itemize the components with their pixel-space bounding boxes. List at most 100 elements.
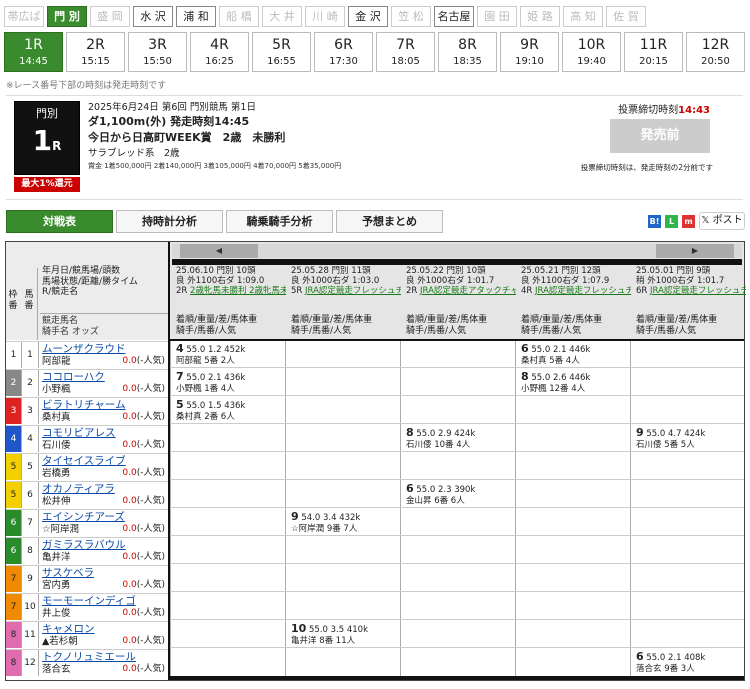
- past-result[interactable]: 8 55.0 2.6 446k 小野楓 12番 4人: [521, 371, 590, 395]
- subheader-result: 着順/重量/差/馬体重: [291, 315, 373, 325]
- grid-row-line: [170, 395, 744, 396]
- race-tab-4r[interactable]: 4R 16:25: [190, 32, 249, 72]
- venue-tab[interactable]: 浦 和: [176, 6, 216, 27]
- subheader-jockey: 騎手/馬番/人気: [291, 326, 352, 336]
- past-race-track: 良 外1000右ダ 1:01.7: [406, 276, 495, 286]
- venue-tab[interactable]: 名古屋: [434, 6, 474, 27]
- tab-2[interactable]: 騎乗騎手分析: [226, 210, 333, 233]
- grid-row-line: [170, 507, 744, 508]
- race-tab-7r[interactable]: 7R 18:05: [376, 32, 435, 72]
- jockey-number-popularity: ☆阿岸潤 9番 7人: [291, 524, 358, 534]
- horse-row: 1 1 ムーンザクラウド 阿部龍 0.0(-人気): [6, 341, 168, 368]
- odds: 0.0(-人気): [122, 551, 165, 564]
- finish-position: 6: [636, 650, 644, 663]
- grid-row-line: [170, 423, 744, 424]
- scroll-left-button[interactable]: ◀: [180, 244, 258, 258]
- finish-position: 8: [521, 370, 529, 383]
- hatena-bookmark-icon[interactable]: B!: [648, 214, 661, 228]
- race-tab-2r[interactable]: 2R 15:15: [66, 32, 125, 72]
- odds-value: 0.0: [122, 524, 137, 534]
- venue-tab: 笠 松: [391, 6, 431, 27]
- content-tabs: 対戦表 持時計分析 騎乗騎手分析 予想まとめ: [6, 210, 443, 233]
- past-race-date: 25.05.01 門別 9頭: [636, 266, 711, 276]
- race-info: 2025年6月24日 第6回 門別競馬 第1日 ダ1,100m(外) 発走時刻14…: [88, 101, 538, 172]
- past-race-name-link[interactable]: JRA認定競走フレッシュチャレンジ: [650, 286, 746, 296]
- race-tab-1r[interactable]: 1R 14:45: [4, 32, 63, 72]
- past-race-header[interactable]: 25.05.01 門別 9頭稍 外1000右ダ 1:01.7 6R JRA認定競走…: [636, 266, 746, 296]
- scroll-right-button[interactable]: ▶: [656, 244, 734, 258]
- popularity: (-人気): [136, 412, 165, 422]
- past-result[interactable]: 6 55.0 2.1 446k 桑村真 5番 4人: [521, 343, 590, 367]
- past-result[interactable]: 9 54.0 3.4 432k ☆阿岸潤 9番 7人: [291, 511, 360, 535]
- race-tab-6r[interactable]: 6R 17:30: [314, 32, 373, 72]
- venue-tab[interactable]: 門 別: [47, 6, 87, 27]
- max-return-badge: 最大1%還元: [14, 177, 80, 192]
- jockey-name: 岩橋勇: [42, 468, 71, 479]
- legend-l3: R/競走名: [42, 287, 79, 297]
- tab-1[interactable]: 持時計分析: [116, 210, 223, 233]
- past-race-name-link[interactable]: JRA認定競走フレッシュチャレンジ: [535, 286, 631, 296]
- past-result[interactable]: 8 55.0 2.9 424k 石川倭 10番 4人: [406, 427, 475, 451]
- past-race-date: 25.06.10 門別 10頭: [176, 266, 256, 276]
- tab-3[interactable]: 予想まとめ: [336, 210, 443, 233]
- past-result[interactable]: 6 55.0 2.1 408k 落合玄 9番 3人: [636, 651, 705, 675]
- weight-margin-bodyweight: 55.0 4.7 424k: [646, 429, 706, 439]
- race-tab-11r[interactable]: 11R 20:15: [624, 32, 683, 72]
- pre-sale-button[interactable]: 発売前: [610, 119, 710, 153]
- waku-cell: 6: [6, 538, 22, 564]
- past-race-header[interactable]: 25.05.22 門別 10頭良 外1000右ダ 1:01.7 2R JRA認定競…: [406, 266, 516, 296]
- past-race-name-link[interactable]: JRA認定競走フレッシュチャレンジ: [305, 286, 401, 296]
- x-post-button[interactable]: 𝕏 ポスト: [699, 212, 745, 230]
- grid-row-line: [170, 479, 744, 480]
- uma-cell: 7: [22, 510, 39, 536]
- subheader-result: 着順/重量/差/馬体重: [176, 315, 258, 325]
- past-result[interactable]: 10 55.0 3.5 410k 亀井洋 8番 11人: [291, 623, 368, 647]
- past-race-date: 25.05.22 門別 10頭: [406, 266, 486, 276]
- past-result[interactable]: 4 55.0 1.2 452k 阿部龍 5番 2人: [176, 343, 245, 367]
- past-race-header[interactable]: 25.05.28 門別 11頭良 外1000右ダ 1:03.0 5R JRA認定競…: [291, 266, 401, 296]
- past-race-header[interactable]: 25.05.21 門別 12頭良 外1100右ダ 1:07.9 4R JRA認定競…: [521, 266, 631, 296]
- odds-value: 0.0: [122, 664, 137, 674]
- past-result[interactable]: 7 55.0 2.1 436k 小野楓 1番 4人: [176, 371, 245, 395]
- deadline-time: 14:43: [678, 105, 710, 116]
- race-tab-8r[interactable]: 8R 18:35: [438, 32, 497, 72]
- race-time: 18:35: [453, 56, 482, 67]
- odds: 0.0(-人気): [122, 579, 165, 592]
- venue-tab[interactable]: 水 沢: [133, 6, 173, 27]
- past-race-track: 良 外1100右ダ 1:07.9: [521, 276, 610, 286]
- horse-row: 6 8 ガミラスラバウル 亀井洋 0.0(-人気): [6, 537, 168, 564]
- past-result[interactable]: 6 55.0 2.3 390k 金山昇 6番 6人: [406, 483, 475, 507]
- odds-value: 0.0: [122, 440, 137, 450]
- race-time: 15:50: [143, 56, 172, 67]
- popularity: (-人気): [136, 440, 165, 450]
- race-tab-9r[interactable]: 9R 19:10: [500, 32, 559, 72]
- jockey-name: 井上俊: [42, 608, 71, 619]
- past-result[interactable]: 9 55.0 4.7 424k 石川倭 5番 5人: [636, 427, 705, 451]
- race-number: 1R: [24, 37, 43, 53]
- past-race-name-link[interactable]: JRA認定競走アタックチャレンジ: [420, 286, 516, 296]
- race-tab-3r[interactable]: 3R 15:50: [128, 32, 187, 72]
- race-tab-10r[interactable]: 10R 19:40: [562, 32, 621, 72]
- tab-0[interactable]: 対戦表: [6, 210, 113, 233]
- x-icon: 𝕏: [701, 215, 713, 226]
- venue-tabs: 帯広ば門 別盛 岡水 沢浦 和船 橋大 井川 崎金 沢笠 松名古屋園 田姫 路高…: [4, 6, 646, 27]
- past-race-name-link[interactable]: 2歳牝馬未勝利 2歳牝馬未勝利: [190, 286, 286, 296]
- race-tab-5r[interactable]: 5R 16:55: [252, 32, 311, 72]
- venue-tab: 姫 路: [520, 6, 560, 27]
- race-class: サラブレッド系 2歳: [88, 148, 180, 159]
- horizontal-scrollbar[interactable]: ◀ ▶: [172, 244, 742, 258]
- grid-column-line: [515, 340, 516, 676]
- odds-value: 0.0: [122, 608, 137, 618]
- race-time: 20:15: [639, 56, 668, 67]
- venue-tab[interactable]: 金 沢: [348, 6, 388, 27]
- waku-cell: 5: [6, 482, 22, 508]
- past-race-header[interactable]: 25.06.10 門別 10頭良 外1100右ダ 1:09.0 2R 2歳牝馬未勝…: [176, 266, 286, 296]
- past-race-no: 2R: [176, 286, 188, 296]
- line-icon[interactable]: L: [665, 214, 678, 228]
- odds: 0.0(-人気): [122, 411, 165, 424]
- venue-tab: 船 橋: [219, 6, 259, 27]
- past-result[interactable]: 5 55.0 1.5 436k 桑村真 2番 6人: [176, 399, 245, 423]
- race-tab-12r[interactable]: 12R 20:50: [686, 32, 745, 72]
- mixi-icon[interactable]: m: [682, 214, 695, 228]
- grid-row-line: [170, 367, 744, 368]
